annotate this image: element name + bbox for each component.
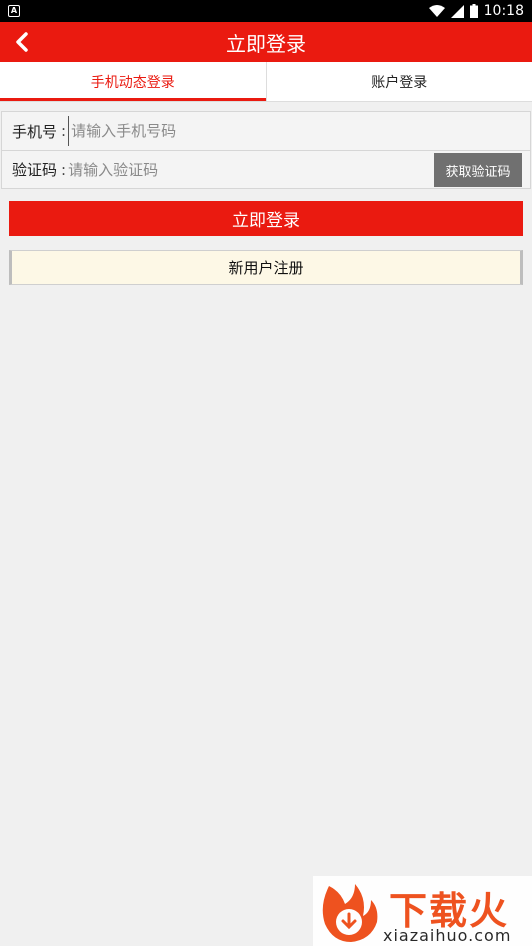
watermark: 下载火 xiazaihuo.com bbox=[313, 876, 532, 946]
login-tabs: 手机动态登录 账户登录 bbox=[0, 62, 532, 102]
code-row: 验证码 : 获取验证码 bbox=[2, 150, 530, 188]
back-button[interactable] bbox=[8, 28, 36, 56]
signal-icon bbox=[450, 4, 464, 18]
tab-account-login[interactable]: 账户登录 bbox=[267, 62, 532, 101]
status-time: 10:18 bbox=[483, 3, 524, 19]
chevron-left-icon bbox=[16, 32, 28, 52]
status-bar: A 10:18 bbox=[0, 0, 532, 22]
page-title: 立即登录 bbox=[226, 31, 306, 56]
code-label: 验证码 bbox=[12, 161, 58, 179]
a-notification-icon: A bbox=[8, 5, 20, 17]
title-bar: 立即登录 bbox=[0, 22, 532, 62]
code-colon: : bbox=[61, 160, 67, 179]
get-code-button[interactable]: 获取验证码 bbox=[434, 153, 522, 187]
status-right: 10:18 bbox=[428, 3, 524, 19]
battery-icon bbox=[469, 4, 478, 18]
login-button[interactable]: 立即登录 bbox=[9, 201, 523, 236]
register-button[interactable]: 新用户注册 bbox=[9, 250, 523, 285]
phone-input[interactable] bbox=[68, 116, 530, 146]
phone-colon: : bbox=[61, 122, 67, 140]
tab-phone-login-label: 手机动态登录 bbox=[90, 74, 175, 91]
flame-logo-icon bbox=[322, 884, 378, 942]
tab-account-login-label: 账户登录 bbox=[371, 74, 428, 91]
phone-row: 手机号 : bbox=[2, 112, 530, 150]
login-form: 手机号 : 验证码 : 获取验证码 bbox=[1, 111, 531, 189]
status-left: A bbox=[8, 5, 20, 17]
wifi-icon bbox=[428, 4, 445, 17]
tab-phone-login[interactable]: 手机动态登录 bbox=[0, 62, 267, 101]
watermark-url: xiazaihuo.com bbox=[383, 926, 512, 945]
phone-label: 手机号 bbox=[12, 122, 58, 141]
